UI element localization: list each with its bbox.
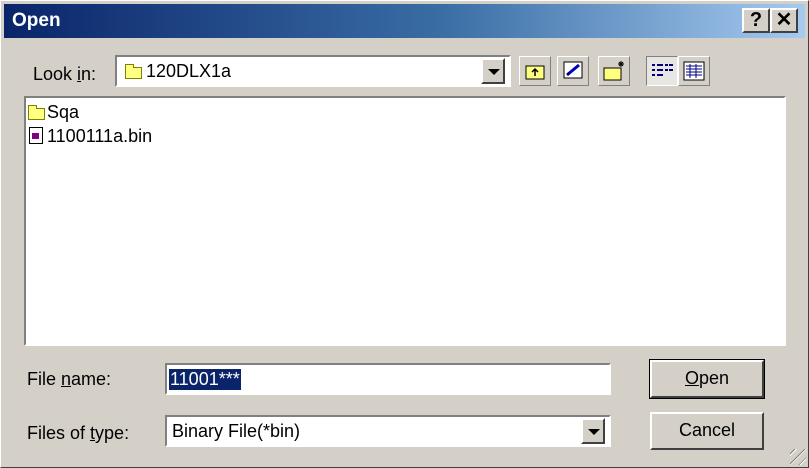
window-title: Open	[12, 10, 61, 31]
file-type-dropdown-button[interactable]	[581, 418, 605, 444]
open-dialog: Open ? ✕ Look in: 120DLX1a Sqa 1100111a.…	[0, 0, 809, 468]
list-view-button[interactable]	[646, 56, 678, 86]
look-in-label: Look in:	[33, 64, 97, 84]
file-type-combo[interactable]: Binary File(*bin)	[165, 415, 611, 447]
binary-file-icon	[29, 127, 43, 144]
title-bar[interactable]: Open ? ✕	[4, 4, 805, 38]
look-in-value: 120DLX1a	[146, 61, 232, 81]
up-one-level-button[interactable]	[519, 56, 551, 86]
help-button[interactable]: ?	[742, 8, 770, 33]
details-view-button[interactable]	[678, 56, 710, 86]
close-button[interactable]: ✕	[770, 8, 798, 33]
folder-icon	[125, 64, 142, 79]
details-view-icon	[683, 61, 705, 81]
new-folder-icon	[603, 61, 624, 81]
look-in-combo[interactable]: 120DLX1a	[115, 55, 511, 87]
new-folder-button[interactable]	[598, 56, 630, 86]
file-type-label: Files of type:	[27, 423, 130, 443]
file-list[interactable]: Sqa 1100111a.bin	[24, 96, 786, 346]
open-button[interactable]: Open	[649, 359, 765, 399]
up-one-level-icon	[525, 65, 545, 80]
file-name-label: File name:	[27, 369, 112, 389]
file-name-text: 1100111a.bin	[47, 126, 153, 146]
cancel-button[interactable]: Cancel	[650, 412, 764, 450]
file-name-value: 11001***	[169, 369, 241, 390]
resize-grip[interactable]	[790, 449, 806, 465]
file-name-input[interactable]: 11001***	[165, 363, 611, 395]
folder-icon	[28, 105, 45, 120]
file-type-value: Binary File(*bin)	[172, 421, 301, 441]
file-name-text: Sqa	[47, 102, 80, 122]
desktop-button[interactable]	[557, 56, 589, 86]
list-view-icon	[652, 64, 673, 76]
desktop-icon	[563, 61, 583, 79]
look-in-dropdown-button[interactable]	[481, 58, 505, 84]
